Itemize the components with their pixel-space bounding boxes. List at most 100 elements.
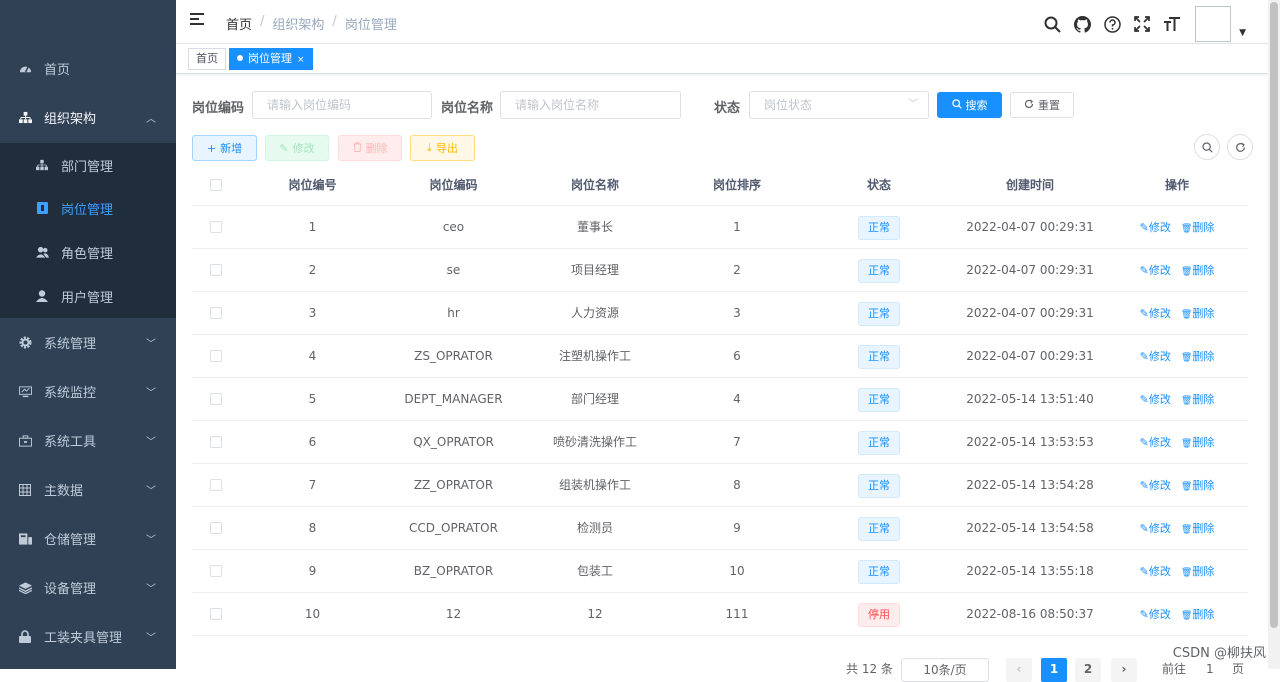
search-icon[interactable] <box>1037 9 1067 39</box>
cell-post-id: 5 <box>250 378 375 421</box>
row-delete-link[interactable]: 🗑删除 <box>1181 307 1214 320</box>
sidebar-item-post[interactable]: 岗位管理 <box>0 186 176 230</box>
cell-post-name: 人力资源 <box>525 292 665 335</box>
th-status: 状态 <box>810 172 948 206</box>
row-edit-link[interactable]: ✎修改 <box>1140 565 1171 578</box>
row-checkbox[interactable] <box>210 264 222 276</box>
sidebar-item-dept[interactable]: 部门管理 <box>0 143 176 187</box>
row-checkbox[interactable] <box>210 608 222 620</box>
select-all-checkbox[interactable] <box>210 179 222 191</box>
sidebar-item-home[interactable]: 首页 <box>0 44 176 93</box>
sidebar-item-user[interactable]: 用户管理 <box>0 274 176 318</box>
avatar[interactable] <box>1195 6 1231 42</box>
row-delete-link[interactable]: 🗑删除 <box>1181 264 1214 277</box>
search-button-label: 搜索 <box>966 97 988 113</box>
row-delete-link[interactable]: 🗑删除 <box>1181 522 1214 535</box>
sidebar-item-org[interactable]: 组织架构 ︿ <box>0 93 176 142</box>
sidebar-item-monitor[interactable]: 系统监控 ﹀ <box>0 367 176 416</box>
submenu-org: 部门管理 岗位管理 角色管理 用户管理 <box>0 143 176 318</box>
cell-create-time: 2022-04-07 00:29:31 <box>955 206 1105 249</box>
row-checkbox[interactable] <box>210 479 222 491</box>
row-edit-label: 修改 <box>1149 393 1171 406</box>
name-label: 岗位名称 <box>441 97 493 116</box>
scrollbar-thumb[interactable] <box>1270 2 1278 628</box>
row-edit-link[interactable]: ✎修改 <box>1140 350 1171 363</box>
cell-post-sort: 111 <box>668 593 806 636</box>
row-checkbox[interactable] <box>210 307 222 319</box>
row-checkbox[interactable] <box>210 350 222 362</box>
row-edit-link[interactable]: ✎修改 <box>1140 393 1171 406</box>
breadcrumb-org[interactable]: 组织架构 <box>272 14 324 33</box>
page-1-button[interactable]: 1 <box>1041 658 1067 682</box>
chevron-down-icon: ﹀ <box>146 482 156 497</box>
row-edit-link[interactable]: ✎修改 <box>1140 307 1171 320</box>
fullscreen-icon[interactable] <box>1127 9 1157 39</box>
tag-active[interactable]: 岗位管理× <box>229 48 313 70</box>
prev-page-button[interactable]: ‹ <box>1006 658 1032 682</box>
status-badge: 正常 <box>858 259 900 283</box>
row-edit-link[interactable]: ✎修改 <box>1140 221 1171 234</box>
row-checkbox[interactable] <box>210 221 222 233</box>
question-icon[interactable] <box>1097 9 1127 39</box>
sidebar-item-warehouse[interactable]: 仓储管理 ﹀ <box>0 514 176 563</box>
status-select[interactable]: 岗位状态 ﹀ <box>749 91 929 119</box>
cell-actions: ✎修改 🗑删除 <box>1112 249 1242 292</box>
tag-home[interactable]: 首页 <box>188 48 226 70</box>
sidebar-item-fixture[interactable]: 工装夹具管理 ﹀ <box>0 612 176 661</box>
cell-status: 正常 <box>810 550 948 593</box>
trash-icon: 🗑 <box>1181 310 1192 320</box>
close-icon[interactable]: × <box>297 55 305 65</box>
page-size-select[interactable]: 10条/页 <box>901 658 989 682</box>
row-delete-link[interactable]: 🗑删除 <box>1181 350 1214 363</box>
cell-post-name: 注塑机操作工 <box>525 335 665 378</box>
toggle-search-button[interactable] <box>1194 134 1220 160</box>
sidebar-item-equipment[interactable]: 设备管理 ﹀ <box>0 563 176 612</box>
goto-input[interactable]: 1 <box>1206 658 1214 682</box>
row-edit-link[interactable]: ✎修改 <box>1140 264 1171 277</box>
row-edit-link[interactable]: ✎修改 <box>1140 479 1171 492</box>
row-delete-link[interactable]: 🗑删除 <box>1181 221 1214 234</box>
row-delete-link[interactable]: 🗑删除 <box>1181 565 1214 578</box>
edit-button[interactable]: ✎ 修改 <box>265 135 329 161</box>
watermark: CSDN @柳扶风 <box>1173 642 1266 661</box>
name-input[interactable]: 请输入岗位名称 <box>500 91 681 119</box>
cell-post-code: CCD_OPRATOR <box>382 507 525 550</box>
sidebar-item-role[interactable]: 角色管理 <box>0 230 176 274</box>
row-edit-link[interactable]: ✎修改 <box>1140 436 1171 449</box>
search-button[interactable]: 搜索 <box>937 92 1002 118</box>
reset-button[interactable]: 重置 <box>1010 92 1074 118</box>
sidebar-item-system[interactable]: 系统管理 ﹀ <box>0 318 176 367</box>
page-2-button[interactable]: 2 <box>1075 658 1101 682</box>
hamburger-icon[interactable] <box>190 13 204 27</box>
row-edit-link[interactable]: ✎修改 <box>1140 522 1171 535</box>
next-page-button[interactable]: › <box>1111 658 1137 682</box>
breadcrumb-current: 岗位管理 <box>345 14 397 33</box>
sidebar-item-tools[interactable]: 系统工具 ﹀ <box>0 416 176 465</box>
cell-post-name: 项目经理 <box>525 249 665 292</box>
row-delete-link[interactable]: 🗑删除 <box>1181 608 1214 621</box>
th-create-time: 创建时间 <box>955 172 1105 206</box>
status-badge: 正常 <box>858 560 900 584</box>
cell-post-sort: 9 <box>668 507 806 550</box>
export-button[interactable]: ⤓ 导出 <box>410 135 475 161</box>
add-button[interactable]: + 新增 <box>192 135 257 161</box>
font-size-icon[interactable] <box>1157 9 1187 39</box>
refresh-table-button[interactable] <box>1227 134 1253 160</box>
row-checkbox[interactable] <box>210 393 222 405</box>
sidebar-item-masterdata[interactable]: 主数据 ﹀ <box>0 465 176 514</box>
edit-icon: ✎ <box>1140 565 1149 578</box>
github-icon[interactable] <box>1067 9 1097 39</box>
delete-button[interactable]: 删除 <box>338 135 402 161</box>
row-delete-link[interactable]: 🗑删除 <box>1181 393 1214 406</box>
code-input[interactable]: 请输入岗位编码 <box>252 91 432 119</box>
row-checkbox[interactable] <box>210 522 222 534</box>
cell-post-sort: 1 <box>668 206 806 249</box>
row-checkbox[interactable] <box>210 565 222 577</box>
row-edit-link[interactable]: ✎修改 <box>1140 608 1171 621</box>
caret-down-icon[interactable]: ▼ <box>1239 28 1246 38</box>
row-delete-link[interactable]: 🗑删除 <box>1181 436 1214 449</box>
breadcrumb-home[interactable]: 首页 <box>226 14 252 33</box>
row-delete-link[interactable]: 🗑删除 <box>1181 479 1214 492</box>
row-checkbox[interactable] <box>210 436 222 448</box>
page-scrollbar[interactable] <box>1268 0 1280 669</box>
